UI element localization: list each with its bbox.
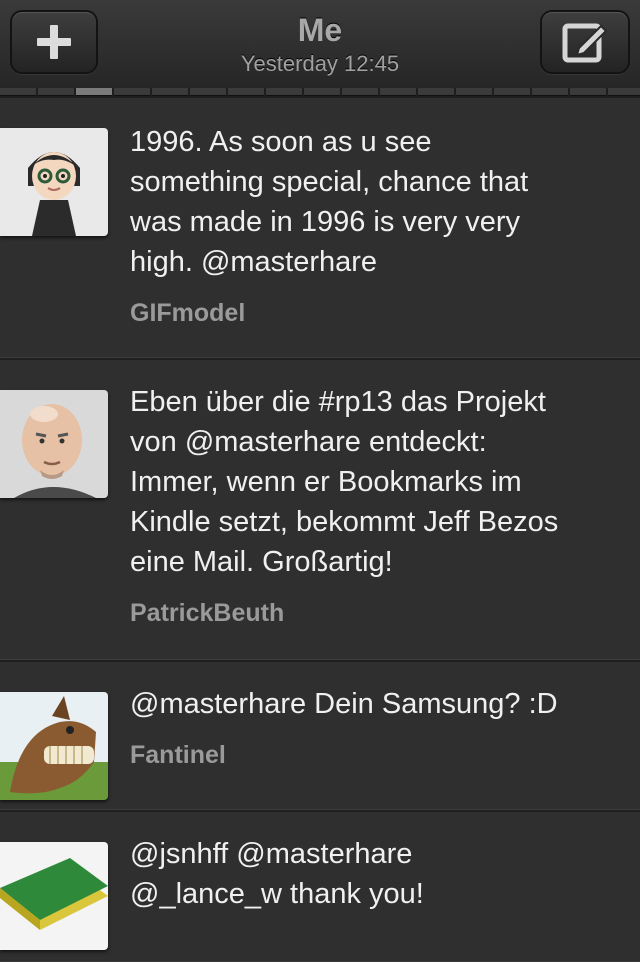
tweet-text: @jsnhff @masterhare @_lance_w thank you! [130, 838, 424, 910]
tweet-text: @masterhare Dein Samsung? :D [130, 688, 558, 720]
page-indicator-segment [418, 88, 454, 96]
tweet-cell[interactable]: 1996. As soon as u see something special… [0, 98, 640, 360]
page-indicator-segment [0, 88, 36, 96]
page-indicator-segment [532, 88, 568, 96]
tweet-username[interactable]: GIFmodel [130, 299, 245, 328]
page-indicator-segment [342, 88, 378, 96]
page-indicator [0, 88, 640, 98]
page-indicator-segment [266, 88, 302, 96]
page-indicator-segment [114, 88, 150, 96]
page-indicator-segment [38, 88, 74, 96]
page-indicator-segment [570, 88, 606, 96]
tweet-text: 1996. As soon as u see something special… [130, 126, 529, 278]
page-indicator-segment [190, 88, 226, 96]
page-indicator-segment [76, 88, 112, 96]
page-indicator-segment [456, 88, 492, 96]
tweet-cell[interactable]: @jsnhff @masterhare @_lance_w thank you! [0, 812, 640, 962]
tweet-cell[interactable]: @masterhare Dein Samsung? :D Fantinel [0, 662, 640, 812]
navigation-bar: Me Yesterday 12:45 [0, 0, 640, 88]
page-indicator-segment [380, 88, 416, 96]
compose-icon [562, 23, 608, 63]
page-indicator-segment [304, 88, 340, 96]
page-indicator-segment [494, 88, 530, 96]
page-indicator-segment [228, 88, 264, 96]
tweet-cell[interactable]: Eben über die #rp13 das Projekt von @mas… [0, 360, 640, 662]
bald-man-avatar[interactable] [0, 390, 108, 498]
tweet-text: Eben über die #rp13 das Projekt von @mas… [130, 386, 559, 578]
tweet-username[interactable]: Fantinel [130, 741, 226, 770]
compose-tweet-button[interactable] [540, 10, 630, 74]
horse-avatar[interactable] [0, 692, 108, 800]
page-indicator-segment [152, 88, 188, 96]
page-indicator-segment [608, 88, 640, 96]
sponge-avatar[interactable] [0, 842, 108, 950]
tweet-username[interactable]: PatrickBeuth [130, 599, 284, 628]
mii-avatar[interactable] [0, 128, 108, 236]
